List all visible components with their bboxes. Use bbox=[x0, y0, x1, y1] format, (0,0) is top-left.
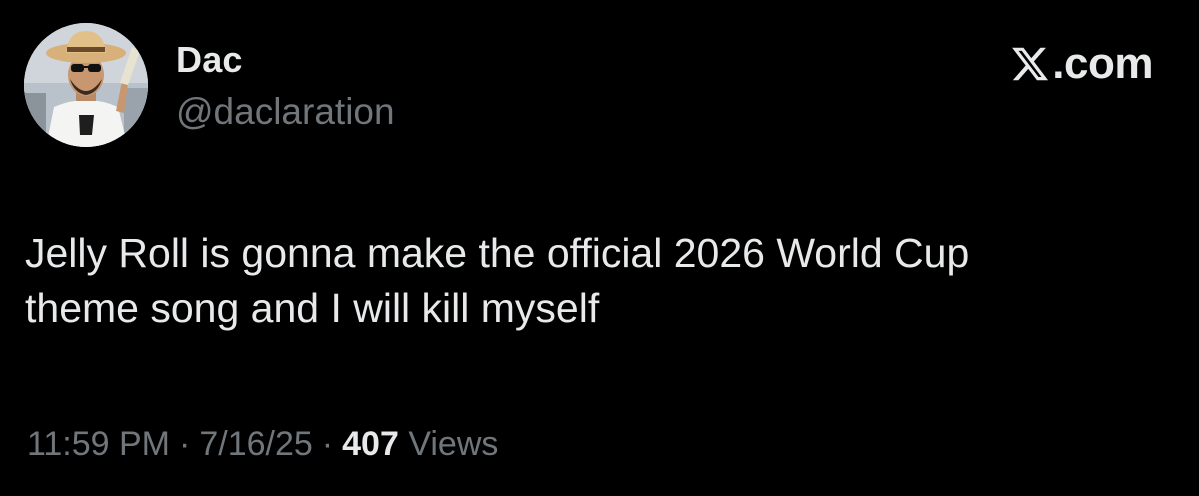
tweet-text: Jelly Roll is gonna make the official 20… bbox=[25, 230, 970, 331]
profile-photo bbox=[24, 23, 148, 147]
views-count[interactable]: 407 bbox=[342, 425, 399, 463]
display-name[interactable]: Dac bbox=[176, 38, 243, 82]
brand-watermark: .com bbox=[1010, 38, 1153, 90]
user-handle[interactable]: @daclaration bbox=[176, 90, 395, 134]
meta-separator: · bbox=[321, 425, 334, 463]
views-label: Views bbox=[408, 425, 499, 463]
tweet-date[interactable]: 7/16/25 bbox=[199, 425, 312, 463]
x-logo-icon bbox=[1010, 44, 1050, 84]
meta-separator: · bbox=[179, 425, 191, 463]
tweet-time[interactable]: 11:59 PM bbox=[27, 425, 170, 463]
avatar[interactable] bbox=[24, 23, 148, 147]
brand-domain-text: .com bbox=[1052, 39, 1153, 88]
tweet-card: Dac @daclaration .com Jelly Roll is gonn… bbox=[0, 0, 1199, 496]
tweet-meta: 11:59 PM · 7/16/25 · 407 Views bbox=[27, 420, 498, 468]
